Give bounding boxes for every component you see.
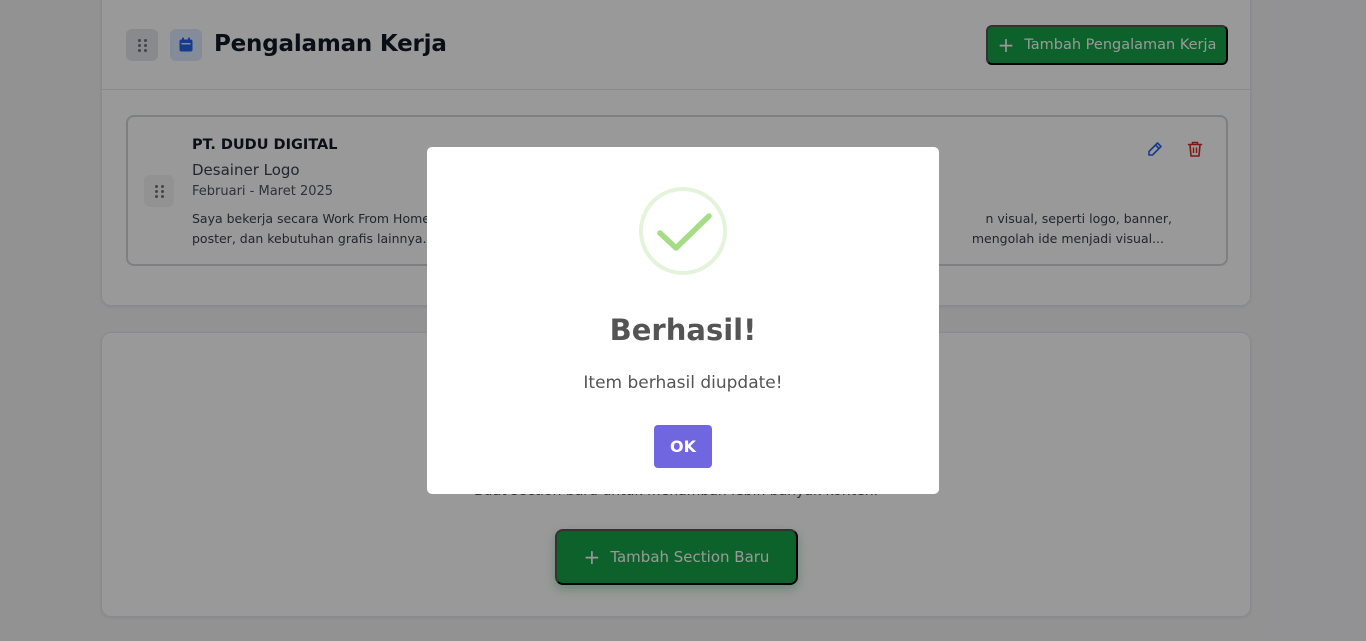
ok-button[interactable]: OK [654,425,712,468]
success-dialog: Berhasil! Item berhasil diupdate! OK [427,147,939,494]
page: Pengalaman Kerja + Tambah Pengalaman Ker… [0,0,1366,641]
success-check-icon [639,187,727,275]
dialog-title: Berhasil! [609,313,757,347]
dialog-message: Item berhasil diupdate! [583,373,783,393]
